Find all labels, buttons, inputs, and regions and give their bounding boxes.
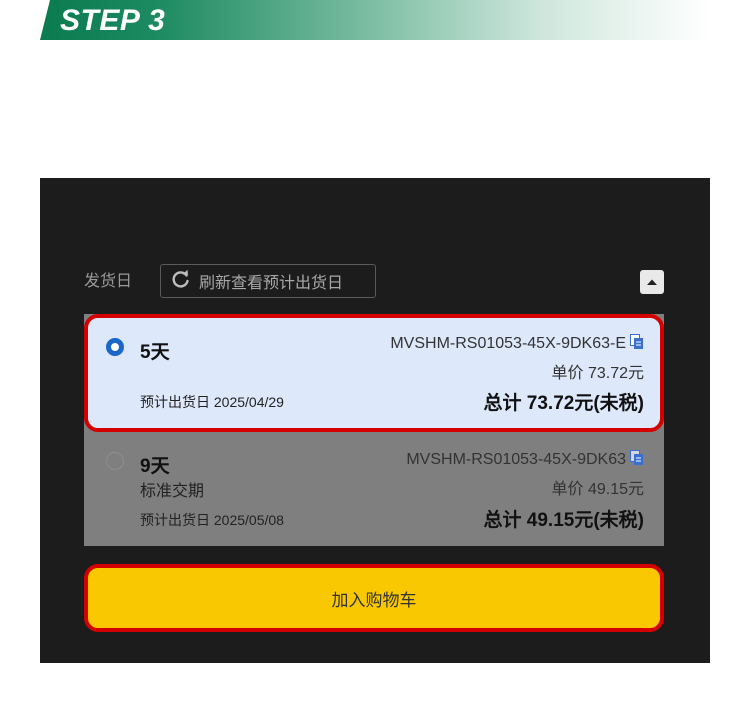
add-to-cart-button[interactable]: 加入购物车	[84, 564, 664, 632]
option-subtitle: 标准交期	[140, 483, 205, 500]
option-unit-price: 单价 49.15元	[551, 481, 645, 498]
refresh-ship-date-button[interactable]: 刷新查看预计出货日	[160, 264, 376, 298]
ship-date-label: 发货日	[84, 273, 133, 290]
collapse-button[interactable]	[640, 270, 664, 294]
option-days: 9天	[140, 456, 170, 477]
add-to-cart-label: 加入购物车	[331, 590, 417, 610]
option-part-number: MVSHM-RS01053-45X-9DK63	[406, 450, 644, 471]
part-number-text: MVSHM-RS01053-45X-9DK63-E	[390, 335, 626, 352]
refresh-icon	[171, 269, 199, 294]
option-radio-selected[interactable]	[106, 338, 124, 356]
option-part-number: MVSHM-RS01053-45X-9DK63-E	[390, 334, 644, 355]
option-unit-price: 单价 73.72元	[551, 365, 645, 382]
option-ship-date: 预计出货日 2025/05/08	[140, 512, 284, 528]
copy-icon[interactable]	[630, 450, 644, 471]
step-title: STEP 3	[60, 4, 166, 37]
option-radio-unselected[interactable]	[106, 452, 124, 470]
option-days: 5天	[140, 342, 170, 363]
option-total: 总计 73.72元(未税)	[483, 393, 644, 414]
part-number-text: MVSHM-RS01053-45X-9DK63	[406, 451, 626, 468]
option-total: 总计 49.15元(未税)	[483, 510, 644, 531]
refresh-label: 刷新查看预计出货日	[199, 275, 344, 292]
option-ship-date: 预计出货日 2025/04/29	[140, 394, 284, 410]
caret-up-icon	[646, 273, 658, 291]
copy-icon[interactable]	[630, 334, 644, 355]
